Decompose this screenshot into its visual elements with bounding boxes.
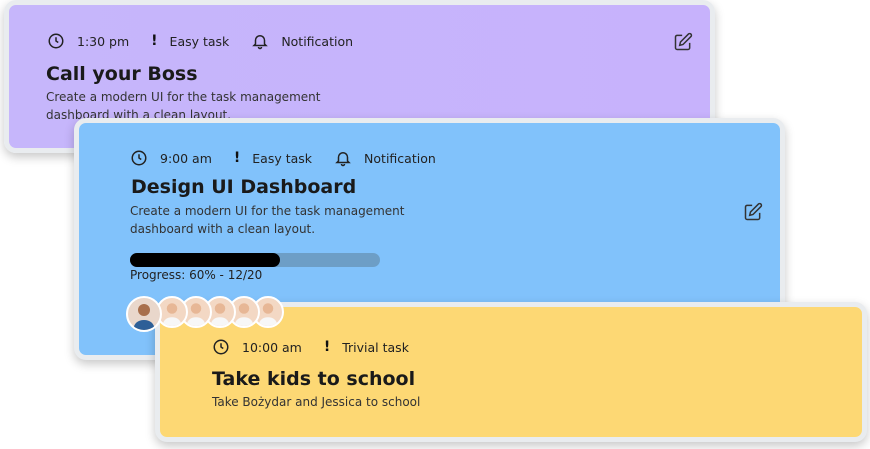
task-notification[interactable]: Notification: [251, 32, 353, 50]
task-priority: ! Trivial task: [324, 339, 409, 355]
task-title: Design UI Dashboard: [131, 176, 357, 198]
task-description-line: Create a modern UI for the task manageme…: [130, 204, 405, 218]
exclamation-icon: !: [233, 150, 241, 166]
task-description-line: dashboard with a clean layout.: [130, 222, 316, 236]
task-priority-label: Trivial task: [342, 339, 409, 355]
bell-icon: [252, 35, 269, 50]
task-time-label: 9:00 am: [160, 150, 212, 166]
person-icon: [162, 303, 182, 326]
task-time: 1:30 pm: [47, 32, 129, 50]
clock-icon: [213, 339, 229, 355]
person-icon: [133, 304, 155, 330]
task-priority-label: Easy task: [252, 150, 313, 166]
progress-bar: [130, 253, 380, 267]
task-priority-label: Easy task: [169, 33, 230, 49]
task-notification-label: Notification: [364, 150, 436, 166]
task-time-label: 1:30 pm: [77, 33, 130, 49]
edit-icon[interactable]: [673, 32, 693, 52]
clock-icon: [48, 33, 64, 49]
task-time-label: 10:00 am: [242, 339, 302, 355]
clock-icon: [131, 150, 147, 166]
task-title: Call your Boss: [46, 63, 198, 85]
task-description-line: Create a modern UI for the task manageme…: [46, 90, 321, 104]
exclamation-icon: !: [323, 339, 331, 355]
progress-label: Progress: 60% - 12/20: [130, 268, 263, 282]
edit-icon[interactable]: [743, 202, 763, 222]
task-description: Create a modern UI for the task manageme…: [130, 202, 404, 238]
task-notification-label: Notification: [281, 33, 354, 49]
task-priority: ! Easy task: [151, 33, 229, 49]
task-meta: 9:00 am ! Easy task Notification: [130, 149, 458, 167]
progress-bar-fill: [130, 253, 280, 267]
avatar[interactable]: [126, 296, 162, 332]
task-meta: 10:00 am ! Trivial task: [212, 338, 431, 356]
task-description: Take Bożydar and Jessica to school: [212, 395, 421, 409]
task-priority: ! Easy task: [234, 150, 312, 166]
task-meta: 1:30 pm ! Easy task Notification: [47, 32, 375, 50]
task-title: Take kids to school: [212, 368, 416, 390]
exclamation-icon: !: [151, 33, 158, 49]
task-notification[interactable]: Notification: [334, 149, 436, 167]
task-time: 10:00 am: [212, 338, 302, 356]
task-time: 9:00 am: [130, 149, 212, 167]
bell-icon: [335, 152, 351, 167]
